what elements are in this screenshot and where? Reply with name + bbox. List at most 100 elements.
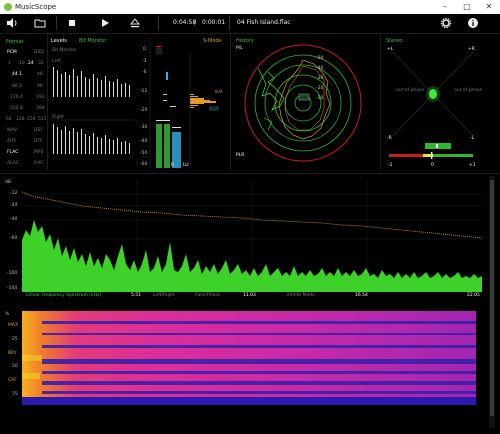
rate-192: 192	[36, 95, 45, 100]
app-logo-icon	[4, 3, 12, 11]
scrollbar-thumb[interactable]	[490, 180, 494, 416]
toolbar-separator	[56, 16, 57, 30]
panel-border	[380, 34, 381, 170]
spectrogram-label-50: 50	[12, 364, 18, 369]
codec-mp3: MP3	[34, 150, 44, 155]
pcm-label: PCM	[7, 50, 17, 55]
title-bar: MusicScope – □ ✕	[0, 0, 500, 14]
spectrum-db-unit: dB	[5, 180, 11, 185]
bits-24: 24	[28, 61, 34, 66]
smode-peak-value: 8.9	[215, 90, 223, 95]
maximize-button[interactable]: □	[460, 1, 474, 13]
panel-border	[47, 34, 48, 170]
meter-scale-12: -12	[140, 89, 148, 94]
db-mode-toggle[interactable]: -200dB Mode	[285, 293, 315, 298]
rate-96: 96	[37, 84, 43, 89]
spectrum-y-40: -40	[10, 217, 18, 222]
stereo-scope	[389, 51, 474, 159]
meter-scale-6: -6	[142, 70, 147, 75]
spectrogram-label-25: 25	[12, 337, 18, 342]
dsd-128: 128	[16, 117, 25, 122]
time-separator: /	[194, 19, 197, 26]
spectrum-y-144: -144	[7, 286, 18, 291]
folder-icon[interactable]	[34, 17, 46, 29]
meter-label-lu: LU	[183, 163, 189, 168]
pl-label: P/L	[236, 46, 243, 51]
remaining-time: 0:00:01	[202, 19, 226, 26]
stop-icon[interactable]	[66, 17, 78, 29]
window-title: MusicScope	[15, 3, 57, 11]
codec-flac: FLAC	[7, 150, 19, 155]
rate-44-1: 44.1	[12, 72, 23, 77]
codec-wav: WAV	[7, 128, 18, 133]
spectrogram	[22, 311, 476, 405]
meter-scale-60: -60	[140, 162, 148, 167]
correlation-minus-1: -1	[388, 163, 393, 168]
spectrum-y-100: -100	[7, 271, 18, 276]
ring-label-30: -30	[316, 76, 324, 81]
spectrum-y-12: -12	[10, 191, 18, 196]
toolbar-separator	[158, 16, 159, 30]
info-icon[interactable]	[467, 17, 479, 29]
codec-aac: AAC	[34, 161, 44, 166]
eject-icon[interactable]	[129, 17, 141, 29]
minimize-button[interactable]: –	[438, 1, 452, 13]
meter-scale-40: -40	[140, 139, 148, 144]
codec-alac: ALAC	[7, 161, 19, 166]
spectrum-y-24: -24	[10, 203, 18, 208]
spectrogram-label-max: MAX	[8, 323, 19, 328]
bits-16: 16	[19, 61, 25, 66]
meter-scale-50: -50	[140, 151, 148, 156]
bit-monitor-right	[53, 124, 130, 154]
close-button[interactable]: ✕	[482, 1, 496, 13]
meter-scale-0: 0	[143, 47, 146, 52]
ring-label-20: -20	[316, 86, 324, 91]
meter-label-r: R	[171, 163, 175, 168]
spectrum-mode-label[interactable]: Linear Frequency Spectrum [kHz]	[26, 293, 101, 298]
bits-1: 1	[8, 61, 11, 66]
toolbar: 0:04:58 / 0:00:01 04 Fish Island.flac	[0, 14, 500, 32]
spectrogram-label-bry: BRY	[8, 351, 17, 356]
dsd-256: 256	[27, 117, 36, 122]
spectrum-y-60: -60	[10, 236, 18, 241]
codec-aiff: AIFF	[7, 139, 17, 144]
codec-dsf: DSF	[34, 128, 43, 133]
play-icon[interactable]	[99, 17, 111, 29]
rate-48: 48	[37, 72, 43, 77]
rate-176-4: 176.4	[10, 95, 23, 100]
dsd-64: 64	[6, 117, 12, 122]
correlation-plus-1: +1	[469, 163, 476, 168]
history-radar	[244, 44, 362, 162]
spectrogram-label-cxf: CXF	[8, 378, 17, 383]
correlation-0: 0	[431, 163, 434, 168]
left-right-toggle[interactable]: Left/Right	[153, 293, 175, 298]
rate-352-8: 352.8	[10, 106, 23, 111]
elapsed-time: 0:04:58	[173, 19, 197, 26]
scrollbar[interactable]	[489, 176, 495, 428]
spectrum-x-11-03: 11.03	[243, 293, 256, 298]
format-title: Format	[6, 39, 24, 45]
spectrum-x-16-54: 16.54	[355, 293, 368, 298]
meter-scale-3: -3	[142, 59, 147, 64]
ring-label-40: -40	[316, 66, 324, 71]
codec-dff: DFF	[34, 139, 43, 144]
rate-88-2: 88.2	[12, 84, 23, 89]
toolbar-separator	[229, 16, 230, 30]
meter-scale-20: -20	[140, 108, 148, 113]
gear-icon[interactable]	[440, 17, 452, 29]
dsd-label: DSD	[34, 50, 44, 55]
spectrogram-unit: %	[5, 312, 10, 317]
ring-label-10: -10	[316, 96, 324, 101]
bits-32: 32	[38, 61, 44, 66]
track-name: 04 Fish Island.flac	[237, 19, 291, 26]
panel-border	[230, 34, 231, 170]
meter-scale-30: -30	[140, 125, 148, 130]
dsd-512: 512	[38, 117, 47, 122]
panel-border	[0, 173, 500, 174]
spectrogram-label-75: 75	[12, 392, 18, 397]
bit-monitor-left	[53, 67, 130, 97]
s-mode-histogram	[190, 94, 216, 108]
spectrum-x-5-51: 5.51	[131, 293, 142, 298]
speaker-icon[interactable]	[6, 17, 18, 29]
pans-phase-toggle[interactable]: Pans/Phase	[195, 293, 220, 298]
